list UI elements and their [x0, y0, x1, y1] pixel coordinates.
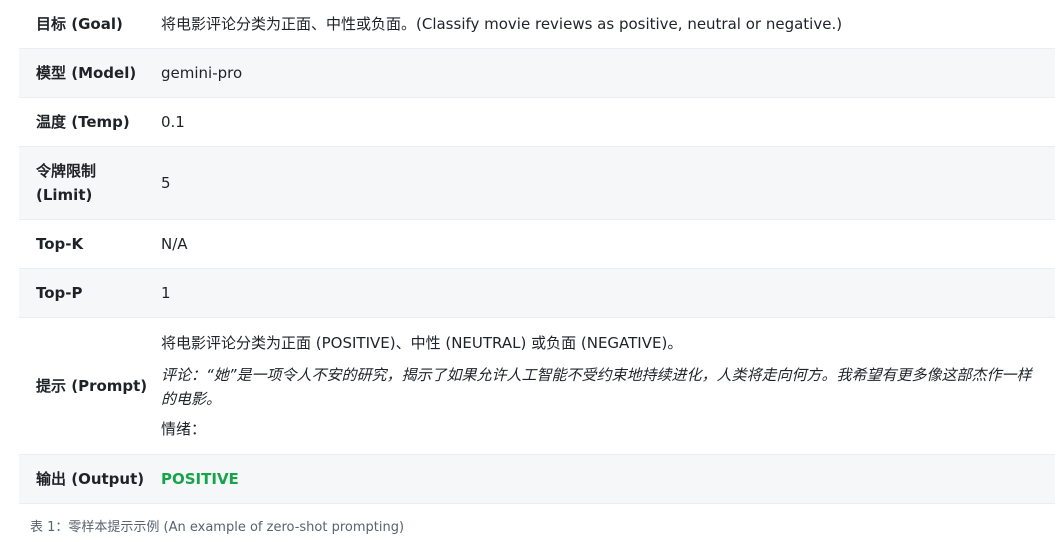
prompt-review: 评论：“她”是一项令人不安的研究，揭示了如果允许人工智能不受约束地持续进化，人类… [161, 366, 1032, 408]
row-value-limit: 5 [161, 174, 171, 192]
table-row-topk: Top-K N/A [19, 220, 1055, 269]
row-value-model: gemini-pro [161, 64, 243, 82]
row-key-model: 模型 (Model) [36, 64, 137, 82]
row-value-goal: 将电影评论分类为正面、中性或负面。(Classify movie reviews… [161, 15, 843, 33]
row-key-limit: 令牌限制 (Limit) [19, 159, 161, 207]
row-key-topk: Top-K [36, 235, 84, 253]
row-key-limit-line1: 令牌限制 [36, 162, 97, 180]
table-row-topp: Top-P 1 [19, 269, 1055, 318]
parameters-table: 目标 (Goal) 将电影评论分类为正面、中性或负面。(Classify mov… [19, 0, 1055, 504]
row-value-topk: N/A [161, 235, 188, 253]
row-key-temp: 温度 (Temp) [36, 113, 130, 131]
row-key-topp: Top-P [36, 284, 83, 302]
row-value-output: POSITIVE [161, 470, 239, 488]
row-key-limit-line2: (Limit) [36, 186, 93, 204]
row-value-prompt: 将电影评论分类为正面 (POSITIVE)、中性 (NEUTRAL) 或负面 (… [161, 331, 1055, 441]
row-key-goal: 目标 (Goal) [36, 15, 123, 33]
prompt-sentiment: 情绪： [161, 420, 207, 438]
table-row-limit: 令牌限制 (Limit) 5 [19, 147, 1055, 220]
table-row-goal: 目标 (Goal) 将电影评论分类为正面、中性或负面。(Classify mov… [19, 0, 1055, 49]
table-caption: 表 1：零样本提示示例 (An example of zero-shot pro… [30, 520, 405, 535]
table-row-prompt: 提示 (Prompt) 将电影评论分类为正面 (POSITIVE)、中性 (NE… [19, 318, 1055, 455]
table-row-model: 模型 (Model) gemini-pro [19, 49, 1055, 98]
row-key-prompt: 提示 (Prompt) [36, 377, 148, 395]
row-value-temp: 0.1 [161, 113, 185, 131]
prompt-instruction: 将电影评论分类为正面 (POSITIVE)、中性 (NEUTRAL) 或负面 (… [161, 334, 683, 352]
table-row-output: 输出 (Output) POSITIVE [19, 455, 1055, 504]
table-row-temp: 温度 (Temp) 0.1 [19, 98, 1055, 147]
row-key-output: 输出 (Output) [36, 470, 145, 488]
row-value-topp: 1 [161, 284, 171, 302]
